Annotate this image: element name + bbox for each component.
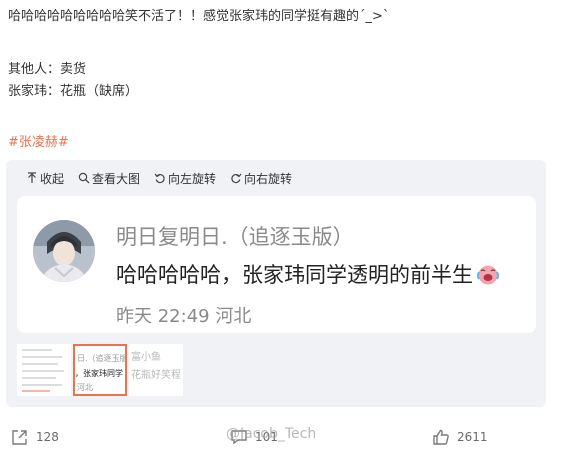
arrow-up-icon xyxy=(28,172,36,183)
share-icon xyxy=(12,430,27,445)
thumb-2-line-2: ，张家玮同学 xyxy=(75,369,123,378)
share-count: 128 xyxy=(36,430,59,444)
post-line-3: 张家玮：花瓶（缺席） xyxy=(8,84,139,99)
rotate-left-label: 向左旋转 xyxy=(168,171,217,186)
collapse-button[interactable]: 收起 xyxy=(26,170,64,187)
media-panel: 收起 查看大图 向左旋转 向右旋转 明日复明日.（追逐玉版） 哈哈哈哈哈，张家玮… xyxy=(6,160,546,407)
thumb-text-line xyxy=(22,363,58,365)
post-line-1: 哈哈哈哈哈哈哈哈哈笑不活了！！感觉张家玮的同学挺有趣的´_>` xyxy=(8,9,390,24)
comment-meta: 昨天 22:49 河北 xyxy=(116,306,252,327)
thumb-2-line-1: 日.（追逐玉版） xyxy=(77,354,127,363)
rotate-left-icon xyxy=(154,173,165,184)
laughing-crying-face-icon xyxy=(477,265,499,285)
commenter-nickname[interactable]: 明日复明日.（追逐玉版） xyxy=(116,221,354,251)
watermark: @Jacob_Tech xyxy=(226,426,317,442)
like-count: 2611 xyxy=(457,430,488,444)
thumbnail-2-selected[interactable]: 日.（追逐玉版） ，张家玮同学 河北 xyxy=(73,344,127,396)
view-large-button[interactable]: 查看大图 xyxy=(78,170,140,187)
thumb-3-line-1: 富小鱼 xyxy=(131,352,161,363)
thumbnail-strip: 日.（追逐玉版） ，张家玮同学 河北 富小鱼 花瓶好笑程 xyxy=(17,344,185,396)
avatar xyxy=(33,220,95,282)
quoted-comment-card[interactable]: 明日复明日.（追逐玉版） 哈哈哈哈哈，张家玮同学透明的前半生 昨天 22:49 … xyxy=(17,196,536,333)
thumb-text-line xyxy=(22,384,62,386)
thumb-text-line xyxy=(22,377,56,379)
thumb-text-line xyxy=(22,349,52,351)
thumbnail-1[interactable] xyxy=(17,344,71,396)
like-button[interactable]: 2611 xyxy=(432,428,488,446)
thumb-2-line-3: 河北 xyxy=(77,383,93,392)
thumbs-up-icon xyxy=(433,429,449,445)
comment-text: 哈哈哈哈哈，张家玮同学透明的前半生 xyxy=(116,263,473,287)
avatar-image xyxy=(33,220,95,282)
rotate-left-button[interactable]: 向左旋转 xyxy=(154,170,216,187)
action-bar: 128 101 @Jacob_Tech 2611 xyxy=(0,420,561,452)
share-button[interactable]: 128 xyxy=(11,428,59,446)
rotate-right-icon xyxy=(231,173,242,184)
collapse-label: 收起 xyxy=(40,171,65,186)
thumbnail-3[interactable]: 富小鱼 花瓶好笑程 xyxy=(129,344,183,396)
thumb-text-line xyxy=(22,356,62,358)
post-line-2: 其他人：卖货 xyxy=(8,62,87,77)
rotate-right-button[interactable]: 向右旋转 xyxy=(230,170,292,187)
rotate-right-label: 向右旋转 xyxy=(244,171,293,186)
search-icon xyxy=(78,172,90,184)
thumb-text-line xyxy=(22,390,50,392)
image-toolbar: 收起 查看大图 向左旋转 向右旋转 xyxy=(26,170,306,186)
thumb-text-line xyxy=(22,370,64,372)
hashtag-link[interactable]: #张凌赫# xyxy=(8,134,69,152)
comment-content: 哈哈哈哈哈，张家玮同学透明的前半生 xyxy=(116,259,500,289)
view-large-label: 查看大图 xyxy=(92,171,141,186)
thumb-3-line-2: 花瓶好笑程 xyxy=(131,370,181,381)
